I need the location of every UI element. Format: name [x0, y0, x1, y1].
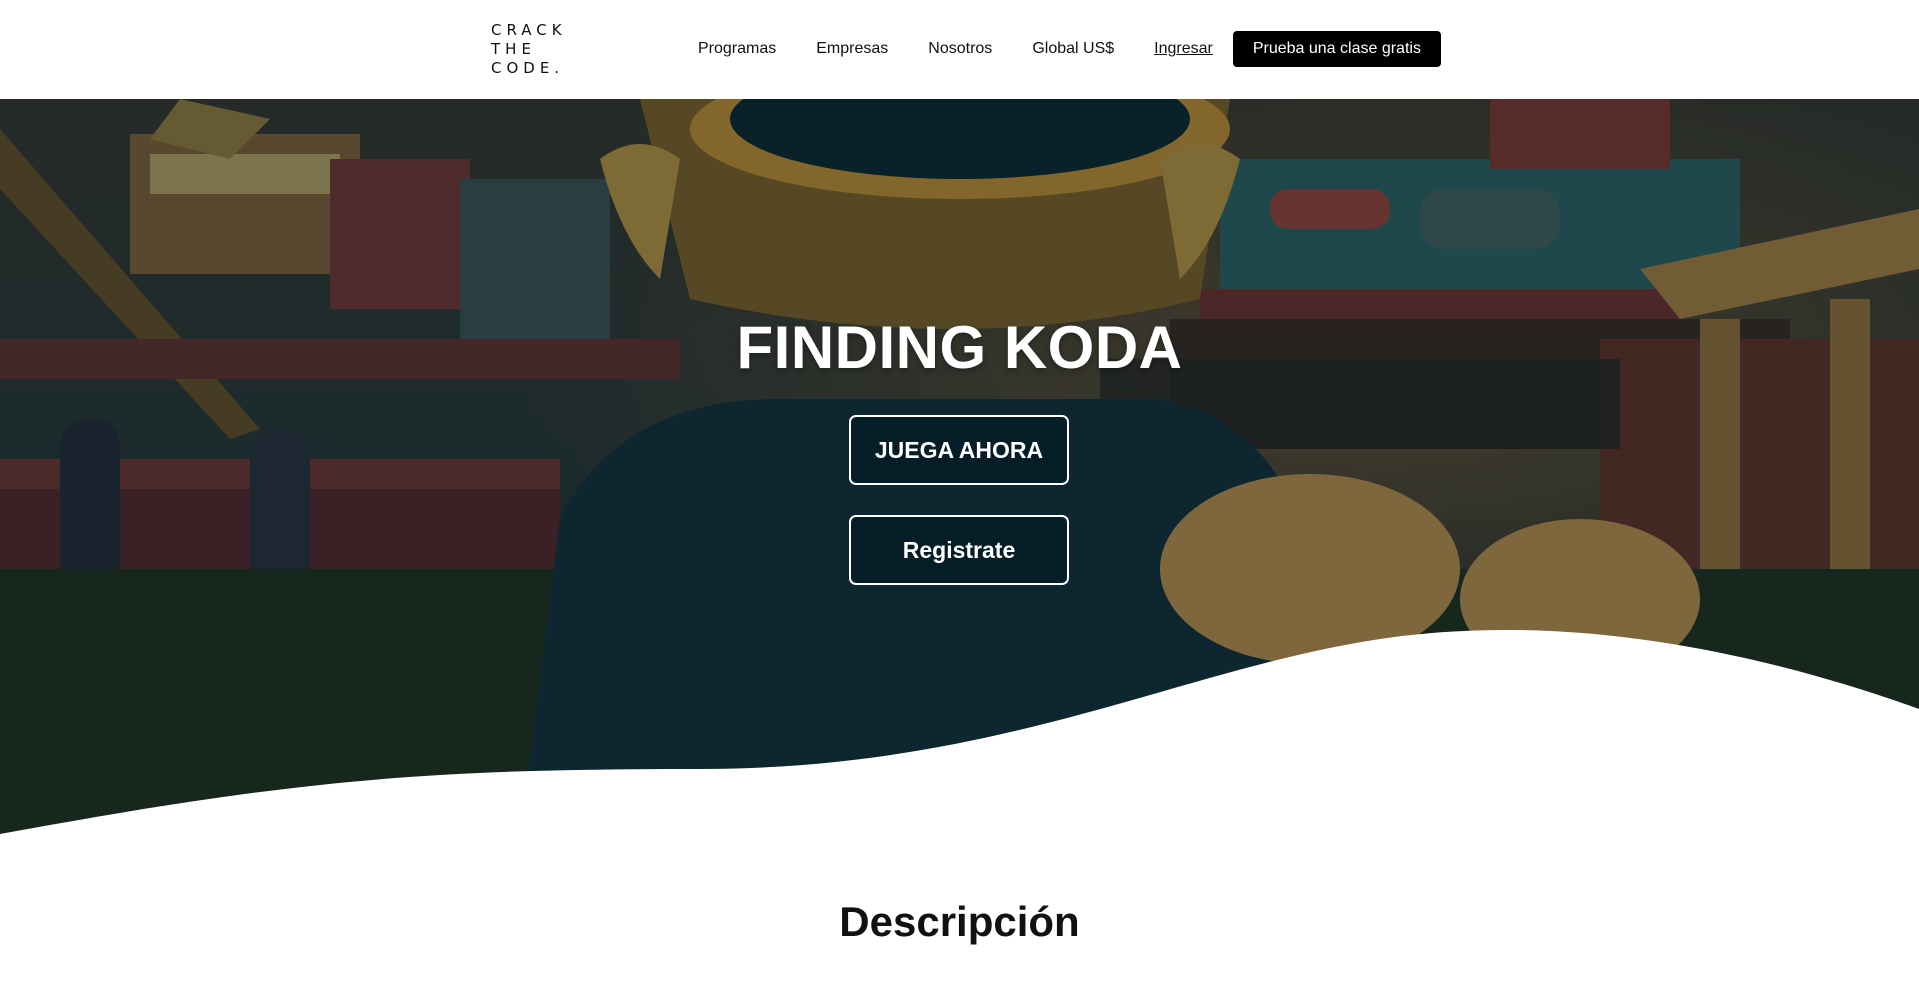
nav-link-global-currency[interactable]: Global US$ [1032, 40, 1114, 58]
free-class-button[interactable]: Prueba una clase gratis [1232, 31, 1441, 67]
nav-link-programas[interactable]: Programas [698, 40, 776, 58]
nav-link-empresas[interactable]: Empresas [816, 40, 888, 58]
site-header: CRACK THE CODE. Programas Empresas Nosot… [0, 0, 1919, 99]
nav-link-ingresar[interactable]: Ingresar [1154, 40, 1213, 58]
description-heading: Descripción [839, 898, 1080, 945]
game-title: FINDING KODA [736, 314, 1183, 381]
hero-section: FINDING KODA JUEGA AHORA Registrate [0, 99, 1919, 839]
nav-link-nosotros[interactable]: Nosotros [928, 40, 992, 58]
register-button[interactable]: Registrate [849, 515, 1069, 585]
logo-line-3: CODE. [491, 59, 565, 77]
crack-the-code-logo[interactable]: CRACK THE CODE. [491, 21, 567, 78]
play-now-button[interactable]: JUEGA AHORA [849, 415, 1069, 485]
main-nav: Programas Empresas Nosotros Global US$ I… [698, 30, 1441, 68]
logo-line-1: CRACK [491, 21, 567, 39]
hero-content: FINDING KODA JUEGA AHORA Registrate [0, 99, 1919, 839]
logo-line-2: THE [491, 40, 536, 58]
